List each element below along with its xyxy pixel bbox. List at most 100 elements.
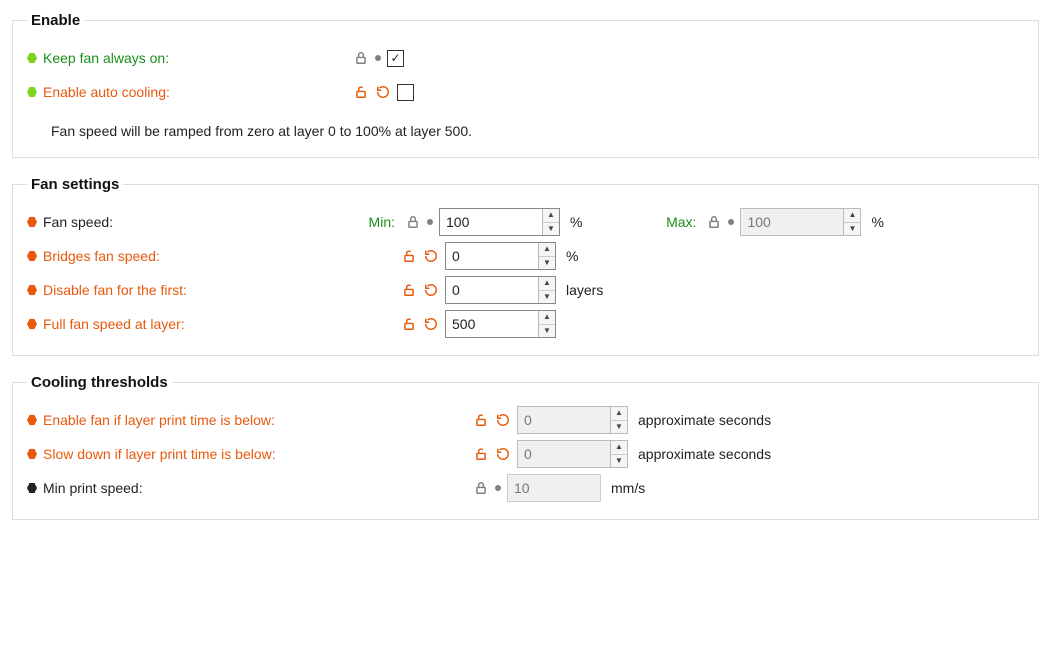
checkbox-keep-fan-on[interactable]: ✓ xyxy=(387,50,404,67)
input-enable-below xyxy=(518,407,610,433)
unlock-icon[interactable] xyxy=(401,282,417,298)
input-fan-min[interactable] xyxy=(440,209,542,235)
bullet-icon xyxy=(27,217,37,227)
reset-icon[interactable] xyxy=(423,316,439,332)
label-max: Max: xyxy=(654,214,696,230)
unlock-icon[interactable] xyxy=(473,412,489,428)
spin-buttons: ▲ ▼ xyxy=(538,243,555,269)
section-cooling-legend: Cooling thresholds xyxy=(27,374,172,391)
reset-icon[interactable] xyxy=(423,282,439,298)
bullet-icon xyxy=(27,285,37,295)
spin-up-icon[interactable]: ▲ xyxy=(539,243,555,257)
label-bridges: Bridges fan speed: xyxy=(43,248,160,264)
bullet-icon xyxy=(27,53,37,63)
reset-icon[interactable] xyxy=(495,412,511,428)
unlock-icon[interactable] xyxy=(401,248,417,264)
reset-icon[interactable] xyxy=(423,248,439,264)
row-slow-below: Slow down if layer print time is below: … xyxy=(27,437,1024,471)
label-full-layer: Full fan speed at layer: xyxy=(43,316,185,332)
bullet-icon xyxy=(27,483,37,493)
dot-icon xyxy=(427,219,433,225)
spin-up-icon[interactable]: ▲ xyxy=(539,311,555,325)
label-fan-speed: Fan speed: xyxy=(43,214,113,230)
enable-note: Fan speed will be ramped from zero at la… xyxy=(27,109,1024,143)
row-bridges: Bridges fan speed: ▲ ▼ % xyxy=(27,239,1024,273)
section-cooling: Cooling thresholds Enable fan if layer p… xyxy=(12,374,1039,520)
unit-bridges: % xyxy=(566,248,578,264)
spin-down-icon[interactable]: ▼ xyxy=(539,325,555,338)
row-fan-speed: Fan speed: Min: ▲ ▼ % Max: xyxy=(27,205,1024,239)
reset-icon[interactable] xyxy=(375,84,391,100)
spin-down-icon[interactable]: ▼ xyxy=(611,455,627,468)
spin-down-icon[interactable]: ▼ xyxy=(611,421,627,434)
bullet-icon xyxy=(27,449,37,459)
unit-slow-below: approximate seconds xyxy=(638,446,771,462)
spin-bridges: ▲ ▼ xyxy=(445,242,556,270)
spin-down-icon[interactable]: ▼ xyxy=(539,291,555,304)
spin-disable-first: ▲ ▼ xyxy=(445,276,556,304)
spin-fan-min: ▲ ▼ xyxy=(439,208,560,236)
lock-icon[interactable] xyxy=(706,214,722,230)
lock-icon[interactable] xyxy=(473,480,489,496)
unit-disable-first: layers xyxy=(566,282,603,298)
spin-buttons: ▲ ▼ xyxy=(542,209,559,235)
bullet-icon xyxy=(27,319,37,329)
input-bridges[interactable] xyxy=(446,243,538,269)
label-auto-cooling: Enable auto cooling: xyxy=(43,84,170,100)
checkbox-auto-cooling[interactable] xyxy=(397,84,414,101)
input-fan-max xyxy=(741,209,843,235)
label-min-speed: Min print speed: xyxy=(43,480,143,496)
spin-min-speed xyxy=(507,474,601,502)
row-auto-cooling: Enable auto cooling: xyxy=(27,75,1024,109)
input-min-speed xyxy=(508,475,600,501)
spin-buttons: ▲ ▼ xyxy=(538,277,555,303)
spin-up-icon[interactable]: ▲ xyxy=(844,209,860,223)
unlock-icon[interactable] xyxy=(401,316,417,332)
dot-icon xyxy=(495,485,501,491)
label-enable-below: Enable fan if layer print time is below: xyxy=(43,412,275,428)
lock-icon[interactable] xyxy=(353,50,369,66)
input-full-layer[interactable] xyxy=(446,311,538,337)
spin-up-icon[interactable]: ▲ xyxy=(543,209,559,223)
unit-min-speed: mm/s xyxy=(611,480,645,496)
section-fan-legend: Fan settings xyxy=(27,176,123,193)
spin-down-icon[interactable]: ▼ xyxy=(844,223,860,236)
unit-fan-max: % xyxy=(871,214,883,230)
spin-up-icon[interactable]: ▲ xyxy=(611,407,627,421)
lock-icon[interactable] xyxy=(405,214,421,230)
label-keep-fan-on: Keep fan always on: xyxy=(43,50,169,66)
spin-down-icon[interactable]: ▼ xyxy=(543,223,559,236)
spin-buttons: ▲ ▼ xyxy=(610,441,627,467)
bullet-icon xyxy=(27,87,37,97)
label-slow-below: Slow down if layer print time is below: xyxy=(43,446,276,462)
spin-slow-below: ▲ ▼ xyxy=(517,440,628,468)
row-disable-first: Disable fan for the first: ▲ ▼ layers xyxy=(27,273,1024,307)
spin-buttons: ▲ ▼ xyxy=(538,311,555,337)
input-slow-below xyxy=(518,441,610,467)
section-enable: Enable Keep fan always on: ✓ Enable auto… xyxy=(12,12,1039,158)
row-min-speed: Min print speed: mm/s xyxy=(27,471,1024,505)
spin-down-icon[interactable]: ▼ xyxy=(539,257,555,270)
row-enable-below: Enable fan if layer print time is below:… xyxy=(27,403,1024,437)
spin-up-icon[interactable]: ▲ xyxy=(539,277,555,291)
unit-enable-below: approximate seconds xyxy=(638,412,771,428)
spin-full-layer: ▲ ▼ xyxy=(445,310,556,338)
section-enable-legend: Enable xyxy=(27,12,84,29)
bullet-icon xyxy=(27,251,37,261)
unlock-icon[interactable] xyxy=(353,84,369,100)
unlock-icon[interactable] xyxy=(473,446,489,462)
spin-up-icon[interactable]: ▲ xyxy=(611,441,627,455)
label-disable-first: Disable fan for the first: xyxy=(43,282,187,298)
dot-icon xyxy=(728,219,734,225)
row-full-layer: Full fan speed at layer: ▲ ▼ xyxy=(27,307,1024,341)
unit-fan-min: % xyxy=(570,214,582,230)
spin-buttons: ▲ ▼ xyxy=(610,407,627,433)
bullet-icon xyxy=(27,415,37,425)
input-disable-first[interactable] xyxy=(446,277,538,303)
reset-icon[interactable] xyxy=(495,446,511,462)
row-keep-fan-on: Keep fan always on: ✓ xyxy=(27,41,1024,75)
dot-icon xyxy=(375,55,381,61)
spin-enable-below: ▲ ▼ xyxy=(517,406,628,434)
label-min: Min: xyxy=(353,214,395,230)
spin-fan-max: ▲ ▼ xyxy=(740,208,861,236)
